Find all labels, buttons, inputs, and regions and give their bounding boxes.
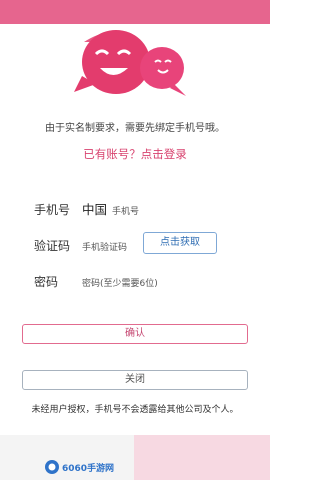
- password-label: 密码: [34, 275, 59, 289]
- privacy-text: 未经用户授权，手机号不会透露给其他公司及个人。: [31, 405, 239, 415]
- phone-input[interactable]: 手机号: [112, 204, 139, 217]
- phone-label: 手机号: [34, 203, 71, 217]
- country-selector[interactable]: 中国: [82, 199, 107, 218]
- watermark-text: 6060手游网: [62, 463, 115, 474]
- password-input[interactable]: 密码(至少需要6位): [82, 276, 158, 289]
- code-label: 验证码: [34, 239, 71, 253]
- watermark-logo: 6060手游网: [44, 458, 114, 476]
- confirm-button[interactable]: 确认: [22, 324, 248, 344]
- get-code-button[interactable]: 点击获取: [143, 232, 217, 254]
- watermark-icon: [45, 460, 59, 474]
- code-input[interactable]: 手机验证码: [82, 240, 127, 253]
- speech-bubble-faces-icon: [74, 30, 186, 96]
- status-bar: [0, 0, 270, 24]
- login-link[interactable]: 已有账号？点击登录: [0, 146, 270, 162]
- close-button[interactable]: 关闭: [22, 370, 248, 390]
- bottom-bar-right: [134, 435, 270, 480]
- notice-text: 由于实名制要求，需要先绑定手机号哦。: [45, 123, 225, 134]
